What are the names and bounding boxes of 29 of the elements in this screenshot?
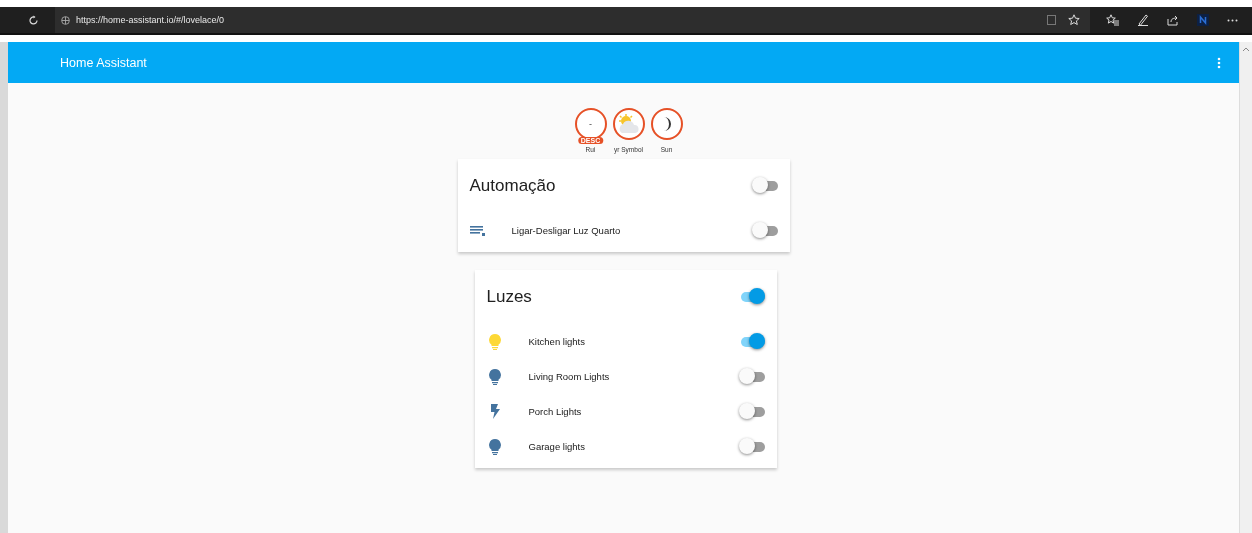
scroll-up-icon[interactable] [1242, 46, 1250, 52]
entity-name[interactable]: Ligar-Desligar Luz Quarto [511, 225, 752, 236]
toggle-switch[interactable] [751, 177, 778, 195]
share-icon[interactable] [1167, 14, 1179, 26]
globe-icon [61, 15, 70, 25]
toggle-switch[interactable] [738, 402, 765, 421]
entity-name[interactable]: Living Room Lights [528, 371, 739, 382]
profile-icon[interactable] [1197, 14, 1209, 26]
entity-name[interactable]: Garage lights [528, 441, 739, 452]
card-title: Automação [469, 176, 556, 196]
toggle-switch[interactable] [738, 437, 765, 456]
favorites-icon[interactable] [1106, 14, 1119, 26]
pen-icon[interactable] [1137, 14, 1149, 26]
card-title: Luzes [486, 287, 532, 307]
app-title: Home Assistant [60, 55, 147, 70]
badge-circle[interactable] [612, 108, 645, 140]
list-icon [469, 225, 486, 236]
entity-name[interactable]: Porch Lights [528, 406, 739, 417]
url-text[interactable]: https://home-assistant.io/#/lovelace/0 [76, 15, 225, 25]
toggle-switch[interactable] [738, 367, 765, 386]
more-icon[interactable] [1227, 18, 1238, 22]
menu-icon[interactable] [1217, 56, 1221, 69]
star-icon[interactable] [1068, 14, 1080, 26]
badge-value: - [589, 119, 592, 129]
badge-circle[interactable] [650, 108, 683, 140]
toggle-switch[interactable] [751, 221, 778, 240]
entity-name[interactable]: Kitchen lights [528, 336, 739, 347]
reload-icon[interactable] [28, 14, 39, 26]
reading-view-icon[interactable] [1047, 15, 1056, 25]
